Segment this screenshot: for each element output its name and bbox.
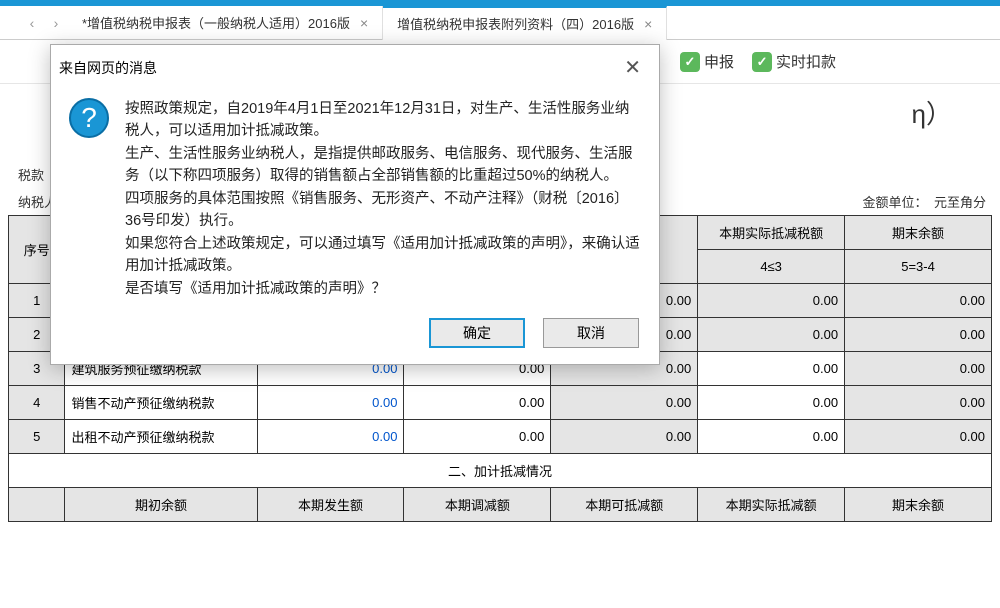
section-header-row: 二、加计抵减情况	[9, 454, 992, 488]
row-name: 出租不动产预征缴纳税款	[65, 420, 257, 454]
cell-a: 0.00	[551, 386, 698, 420]
check-icon: ✓	[752, 52, 772, 72]
sub-actual: 4≤3	[698, 250, 845, 284]
tab-main-return[interactable]: *增值税纳税申报表（一般纳税人适用）2016版 ×	[68, 6, 383, 40]
cell-c: 0.00	[845, 318, 992, 352]
dialog-message: 按照政策规定，自2019年4月1日至2021年12月31日，对生产、生活性服务业…	[125, 98, 641, 300]
col-deductible: 本期可抵减额	[551, 488, 698, 522]
check-icon: ✓	[680, 52, 700, 72]
sub-end: 5=3-4	[845, 250, 992, 284]
tax-period-label: 税款	[18, 165, 44, 184]
cell-c: 0.00	[845, 420, 992, 454]
col-actual: 本期实际抵减税额	[698, 216, 845, 250]
cell-v2[interactable]: 0.00	[404, 420, 551, 454]
table-row: 5 出租不动产预征缴纳税款 0.00 0.00 0.00 0.00 0.00	[9, 420, 992, 454]
question-icon: ?	[69, 98, 109, 138]
close-icon[interactable]: ×	[360, 15, 368, 31]
cell-c: 0.00	[845, 284, 992, 318]
ok-label: 确定	[463, 323, 491, 343]
section-2-title: 二、加计抵减情况	[9, 454, 992, 488]
col-end2: 期末余额	[845, 488, 992, 522]
col-actual2: 本期实际抵减额	[698, 488, 845, 522]
cancel-button[interactable]: 取消	[543, 318, 639, 348]
cell-b[interactable]: 0.00	[698, 352, 845, 386]
cell-c: 0.00	[845, 386, 992, 420]
confirmation-dialog: 来自网页的消息 ✕ ? 按照政策规定，自2019年4月1日至2021年12月31…	[50, 44, 660, 365]
row-seq: 4	[9, 386, 65, 420]
cell-b: 0.00	[698, 284, 845, 318]
dialog-title: 来自网页的消息	[59, 58, 157, 78]
cancel-label: 取消	[577, 323, 605, 343]
col-end: 期末余额	[845, 216, 992, 250]
tab-appendix-4[interactable]: 增值税纳税申报表附列资料（四）2016版 ×	[383, 6, 667, 40]
realtime-deduct-button[interactable]: ✓ 实时扣款	[752, 51, 836, 72]
row-seq: 5	[9, 420, 65, 454]
close-icon[interactable]: ✕	[618, 53, 647, 82]
ok-button[interactable]: 确定	[429, 318, 525, 348]
table-row: 4 销售不动产预征缴纳税款 0.00 0.00 0.00 0.00 0.00	[9, 386, 992, 420]
cell-v1[interactable]: 0.00	[257, 386, 404, 420]
unit-label: 金额单位： 元至角分	[862, 192, 992, 211]
cell-v2[interactable]: 0.00	[404, 386, 551, 420]
close-icon[interactable]: ×	[644, 16, 652, 32]
row-name: 销售不动产预征缴纳税款	[65, 386, 257, 420]
col-occur: 本期发生额	[257, 488, 404, 522]
tab-label: 增值税纳税申报表附列资料（四）2016版	[397, 14, 634, 33]
col-begin: 期初余额	[65, 488, 257, 522]
cell-b[interactable]: 0.00	[698, 420, 845, 454]
declare-button[interactable]: ✓ 申报	[680, 51, 734, 72]
tab-nav-next[interactable]: ›	[44, 15, 68, 31]
cell-b[interactable]: 0.00	[698, 386, 845, 420]
tabs-bar: ‹ › *增值税纳税申报表（一般纳税人适用）2016版 × 增值税纳税申报表附列…	[0, 6, 1000, 40]
col-adjust: 本期调减额	[404, 488, 551, 522]
tab-nav-prev[interactable]: ‹	[20, 15, 44, 31]
cell-b: 0.00	[698, 318, 845, 352]
cell-a: 0.00	[551, 420, 698, 454]
declare-label: 申报	[704, 51, 734, 72]
realtime-label: 实时扣款	[776, 51, 836, 72]
cell-c: 0.00	[845, 352, 992, 386]
cell-v1[interactable]: 0.00	[257, 420, 404, 454]
col-seq-2	[9, 488, 65, 522]
tab-label: *增值税纳税申报表（一般纳税人适用）2016版	[82, 13, 350, 32]
